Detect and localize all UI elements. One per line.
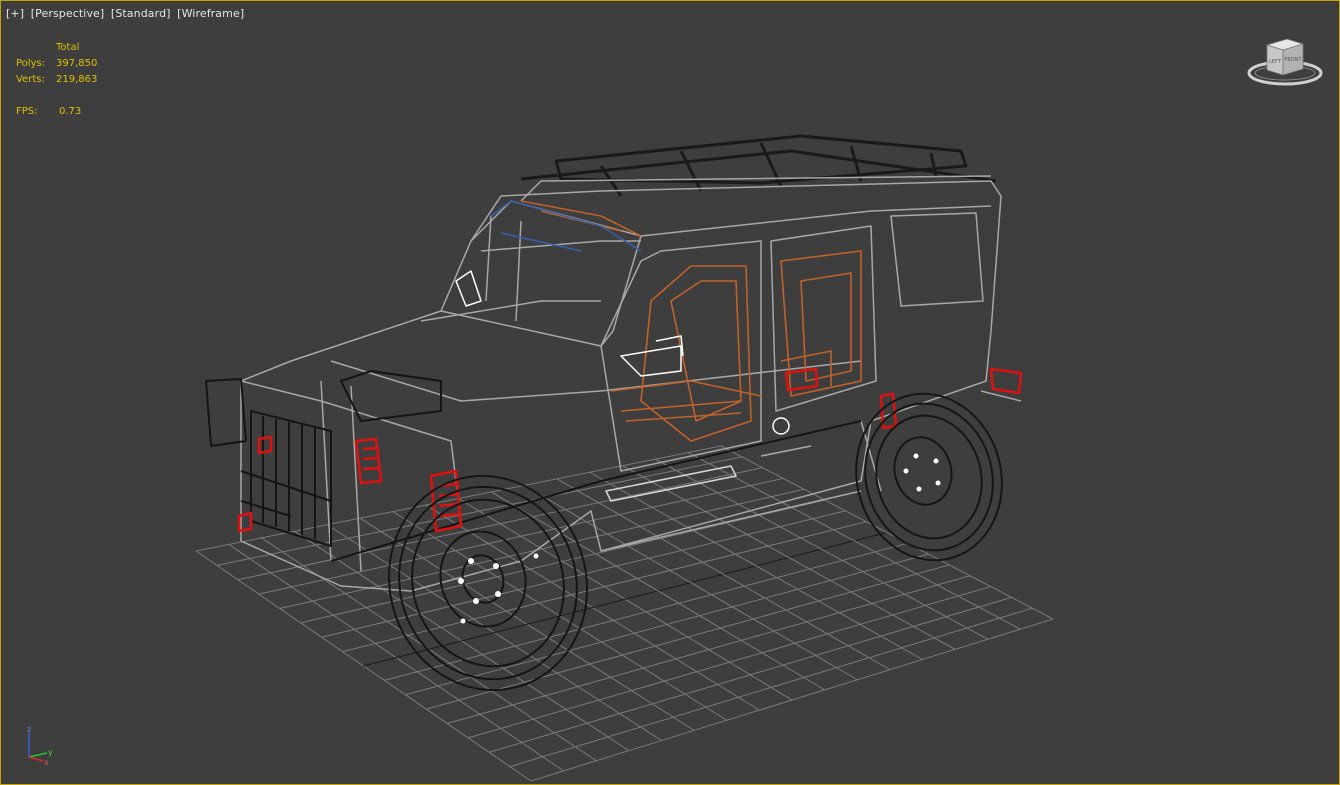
grid-line: [491, 491, 825, 691]
grid-line: [426, 564, 950, 710]
rear-wheel-lugs: [903, 453, 941, 492]
viewport-label-menu: [+] [Perspective] [Standard] [Wireframe]: [6, 7, 247, 20]
viewport-plus-menu[interactable]: [+]: [6, 7, 24, 20]
viewport-view-menu[interactable]: [Perspective]: [31, 7, 105, 20]
axis-tripod: z y x: [27, 725, 53, 765]
viewcube-left-label: LEFT: [1269, 59, 1282, 65]
grid-line: [622, 465, 956, 650]
grid-line: [530, 618, 1054, 782]
viewcube-front-label: FRONT: [1284, 57, 1302, 63]
x-axis-label: x: [44, 758, 49, 765]
stats-header: Total: [56, 42, 80, 53]
viewport-render-mode-menu[interactable]: [Wireframe]: [177, 7, 244, 20]
interior-seats: [520, 200, 862, 442]
grid-line: [720, 445, 1054, 620]
viewport-shading-menu[interactable]: [Standard]: [111, 7, 171, 20]
y-axis-line: [28, 752, 48, 758]
viewcube[interactable]: LEFT FRONT: [1247, 35, 1323, 89]
polys-label: Polys:: [16, 58, 46, 69]
x-axis-line: [28, 756, 44, 762]
polys-value: 397,850: [56, 58, 98, 69]
verts-value: 219,863: [56, 74, 98, 85]
grid-line: [405, 553, 929, 696]
verts-label: Verts:: [16, 74, 45, 85]
grid-line: [447, 575, 971, 724]
fps-label: FPS:: [16, 106, 38, 117]
z-axis-label: z: [27, 725, 31, 734]
scene-statistics: Total Polys: 397,850 Verts: 219,863 FPS:…: [16, 40, 97, 120]
ground-grid: [195, 445, 1054, 782]
wireframe-scene[interactable]: [1, 1, 1340, 785]
y-axis-label: y: [48, 748, 53, 757]
grid-line: [687, 452, 1021, 630]
red-components: [237, 367, 1023, 533]
perspective-viewport[interactable]: [+] [Perspective] [Standard] [Wireframe]…: [0, 0, 1340, 785]
grid-line: [655, 458, 988, 640]
grille-and-bumper: [205, 370, 862, 562]
vehicle-wireframe: [205, 134, 1023, 692]
fps-value: 0.73: [59, 106, 82, 117]
